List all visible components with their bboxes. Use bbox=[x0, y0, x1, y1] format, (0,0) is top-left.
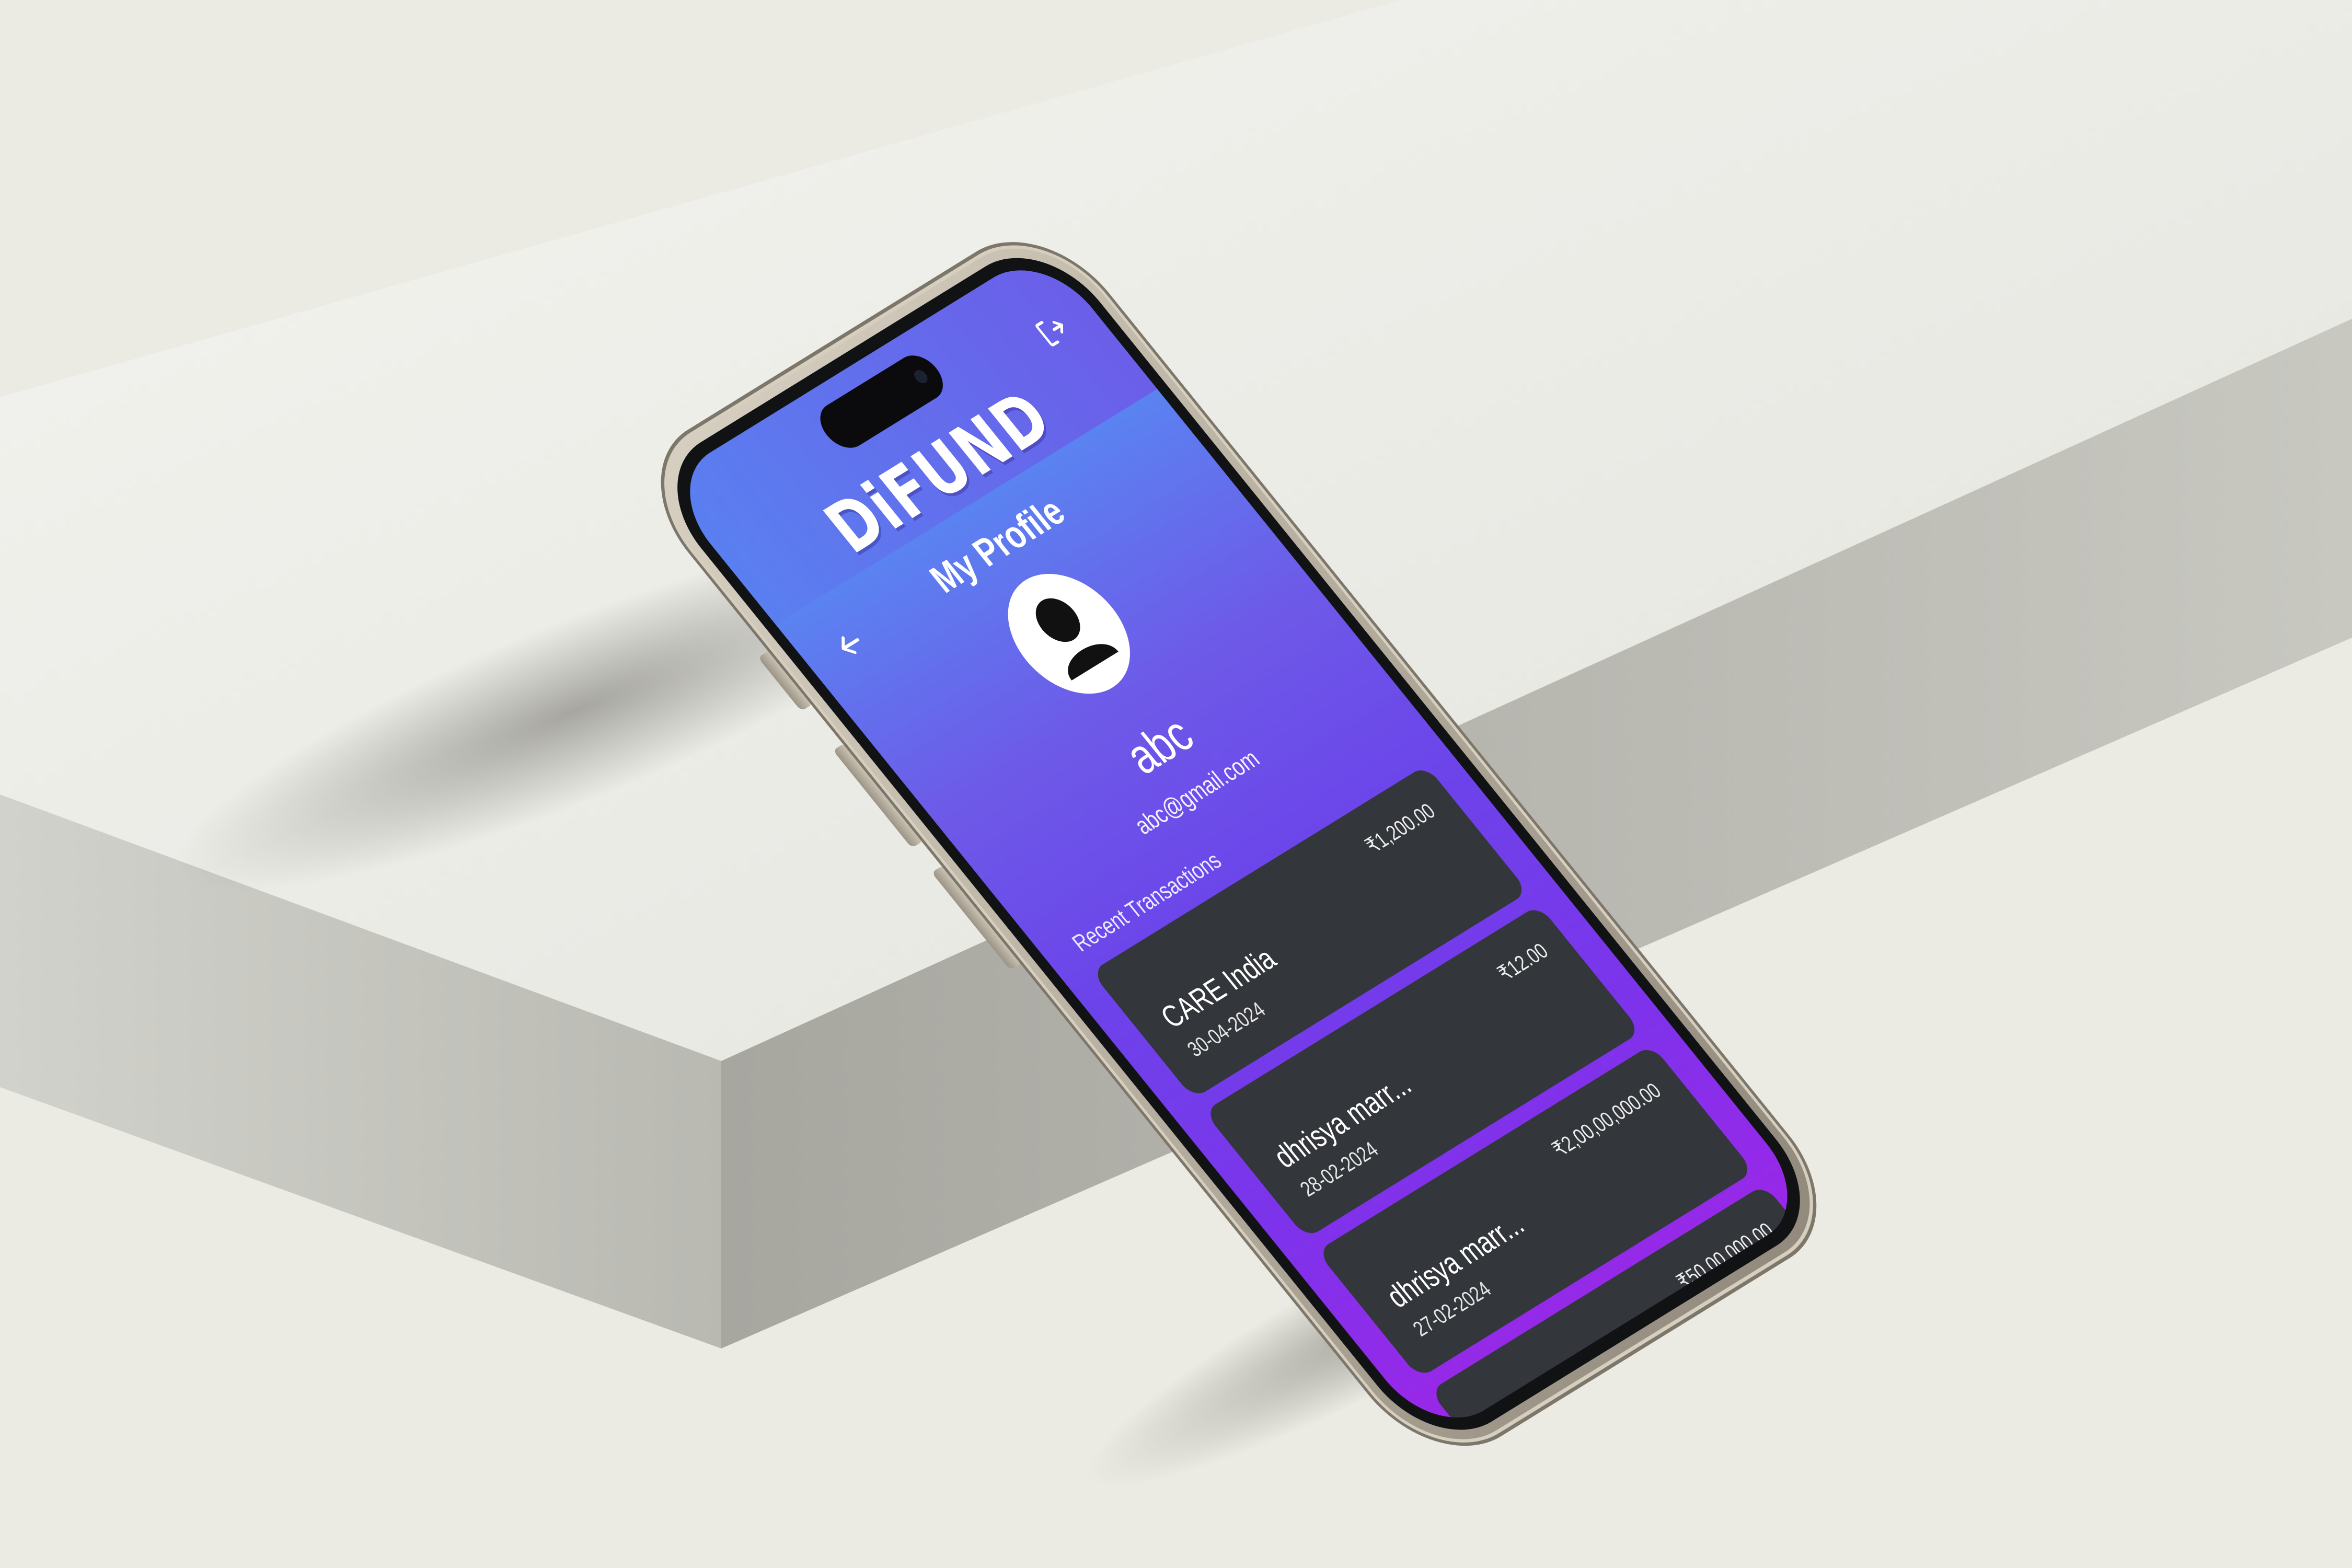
transaction-amount: ₹2,00,00,000.00 bbox=[1547, 1078, 1666, 1161]
product-mockup-scene: DiFUND My Profile abc abc@gmail.com Rece… bbox=[0, 0, 2352, 1568]
user-icon bbox=[1035, 598, 1119, 681]
avatar bbox=[983, 554, 1156, 714]
transaction-amount: ₹12.00 bbox=[1492, 938, 1553, 986]
transaction-amount: ₹1,200.00 bbox=[1360, 798, 1440, 858]
